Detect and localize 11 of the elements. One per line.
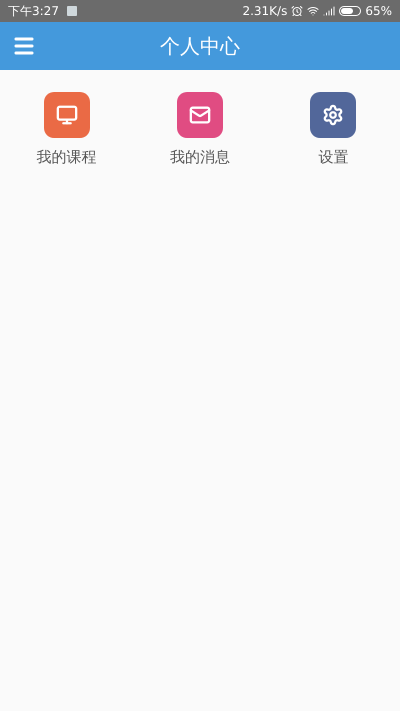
network-speed: 2.31K/s <box>242 3 288 20</box>
battery-icon <box>339 6 362 16</box>
menu-tile[interactable]: 设置 <box>266 92 400 168</box>
battery-percent: 65% <box>365 3 392 20</box>
alarm-icon <box>291 5 304 17</box>
signal-icon <box>323 5 336 17</box>
status-time: 下午3:27 <box>8 3 59 20</box>
notification-icon <box>66 6 77 16</box>
menu-tile[interactable]: 我的消息 <box>133 92 267 168</box>
header-title: 个人中心 <box>160 33 240 60</box>
menu-tile[interactable]: 我的课程 <box>0 92 134 168</box>
